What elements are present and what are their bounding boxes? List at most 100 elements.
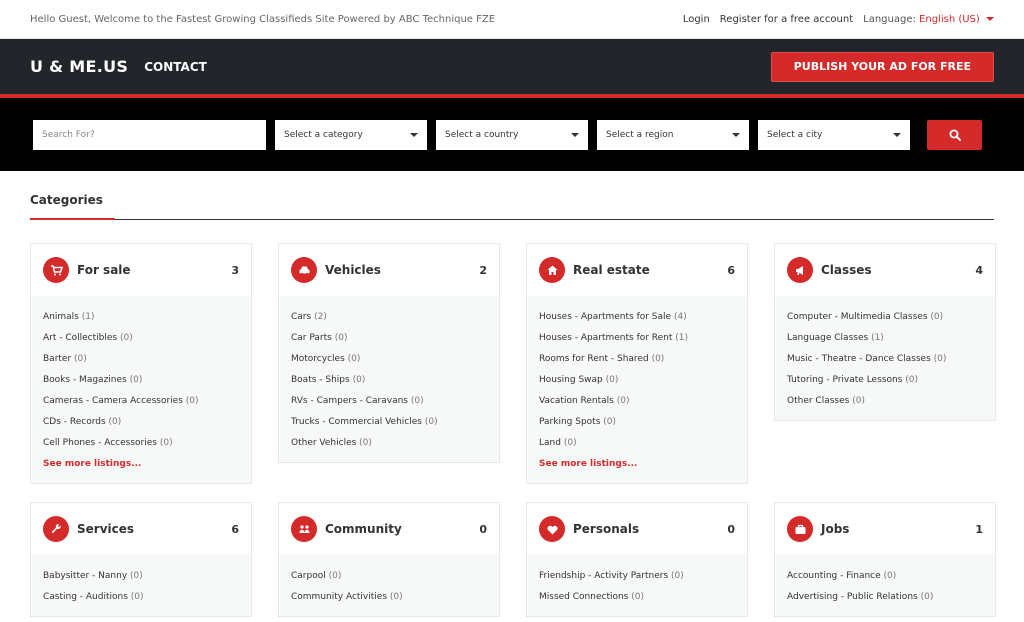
category-title[interactable]: Jobs — [821, 522, 849, 536]
category-count: 0 — [479, 522, 487, 536]
subcategory-label: Community Activities — [291, 592, 388, 602]
region-select[interactable]: Select a region — [597, 119, 749, 150]
subcategory-link[interactable]: Books - Magazines (0) — [43, 370, 239, 391]
subcategory-label: Houses - Apartments for Rent — [539, 333, 673, 343]
subcategory-link[interactable]: Other Vehicles (0) — [291, 433, 487, 454]
subcategory-count: (0) — [933, 354, 947, 364]
subcategory-link[interactable]: Car Parts (0) — [291, 328, 487, 349]
subcategory-link[interactable]: Babysitter - Nanny (0) — [43, 566, 239, 587]
language-label: Language: — [863, 13, 916, 25]
subcategory-count: (1) — [871, 333, 884, 343]
category-list: Computer - Multimedia Classes (0) Languag… — [775, 296, 995, 420]
subcategory-count: (0) — [905, 375, 918, 385]
subcategory-link[interactable]: Cameras - Camera Accessories (0) — [43, 391, 239, 412]
categories-heading: Categories — [30, 193, 103, 207]
category-card-header[interactable]: Jobs 1 — [775, 503, 995, 555]
subcategory-link[interactable]: Houses - Apartments for Rent (1) — [539, 328, 735, 349]
subcategory-count: (0) — [671, 571, 684, 581]
subcategory-link[interactable]: Missed Connections (0) — [539, 587, 735, 608]
subcategory-count: (0) — [563, 438, 577, 448]
chevron-down-icon — [986, 16, 994, 21]
category-card-header[interactable]: Vehicles 2 — [279, 244, 499, 296]
briefcase-icon — [787, 516, 813, 542]
category-card-header[interactable]: Personals 0 — [527, 503, 747, 555]
subcategory-link[interactable]: Rooms for Rent - Shared (0) — [539, 349, 735, 370]
subcategory-link[interactable]: RVs - Campers - Caravans (0) — [291, 391, 487, 412]
people-icon — [291, 516, 317, 542]
login-link[interactable]: Login — [683, 14, 710, 25]
city-select-value: Select a city — [767, 129, 823, 140]
category-count: 1 — [975, 522, 983, 536]
subcategory-link[interactable]: Motorcycles (0) — [291, 349, 487, 370]
category-title[interactable]: Classes — [821, 263, 872, 277]
category-title[interactable]: For sale — [77, 263, 131, 277]
category-count: 4 — [975, 263, 983, 277]
subcategory-label: Cameras - Camera Accessories — [43, 396, 183, 406]
subcategory-link[interactable]: Parking Spots (0) — [539, 412, 735, 433]
country-select[interactable]: Select a country — [436, 119, 588, 150]
subcategory-link[interactable]: Boats - Ships (0) — [291, 370, 487, 391]
category-count: 2 — [479, 263, 487, 277]
subcategory-count: (0) — [129, 375, 143, 385]
subcategory-link[interactable]: Land (0) — [539, 433, 735, 454]
category-list: Accounting - Finance (0) Advertising - Pu… — [775, 555, 995, 616]
subcategory-label: Animals — [43, 312, 79, 322]
subcategory-count: (0) — [410, 396, 424, 406]
site-logo[interactable]: U & ME.US — [30, 57, 128, 76]
subcategory-count: (0) — [883, 571, 897, 581]
chevron-down-icon — [893, 132, 901, 137]
nav-contact-link[interactable]: CONTACT — [144, 60, 207, 74]
category-card-header[interactable]: Community 0 — [279, 503, 499, 555]
category-title[interactable]: Services — [77, 522, 134, 536]
subcategory-link[interactable]: Music - Theatre - Dance Classes (0) — [787, 349, 983, 370]
subcategory-link[interactable]: Other Classes (0) — [787, 391, 983, 412]
subcategory-link[interactable]: Houses - Apartments for Sale (4) — [539, 307, 735, 328]
subcategory-link[interactable]: Barter (0) — [43, 349, 239, 370]
subcategory-link[interactable]: Casting - Auditions (0) — [43, 587, 239, 608]
subcategory-label: Language Classes — [787, 333, 869, 343]
category-card-header[interactable]: Services 6 — [31, 503, 251, 555]
subcategory-link[interactable]: Computer - Multimedia Classes (0) — [787, 307, 983, 328]
subcategory-link[interactable]: Advertising - Public Relations (0) — [787, 587, 983, 608]
language-selector[interactable]: Language: English (US) — [863, 14, 994, 25]
subcategory-link[interactable]: Friendship - Activity Partners (0) — [539, 566, 735, 587]
category-card-header[interactable]: Classes 4 — [775, 244, 995, 296]
category-title[interactable]: Personals — [573, 522, 639, 536]
subcategory-count: (0) — [852, 396, 865, 406]
subcategory-link[interactable]: Accounting - Finance (0) — [787, 566, 983, 587]
see-more-link[interactable]: See more listings... — [43, 454, 239, 475]
register-link[interactable]: Register for a free account — [720, 14, 853, 25]
category-card-header[interactable]: For sale 3 — [31, 244, 251, 296]
city-select[interactable]: Select a city — [758, 119, 910, 150]
search-input[interactable]: Search For? — [33, 119, 266, 150]
search-button[interactable] — [927, 119, 982, 150]
subcategory-link[interactable]: Tutoring - Private Lessons (0) — [787, 370, 983, 391]
category-title[interactable]: Community — [325, 522, 402, 536]
subcategory-link[interactable]: Animals (1) — [43, 307, 239, 328]
see-more-link[interactable]: See more listings... — [539, 454, 735, 475]
subcategory-label: Housing Swap — [539, 375, 603, 385]
subcategory-count: (0) — [74, 354, 87, 364]
subcategory-link[interactable]: Cell Phones - Accessories (0) — [43, 433, 239, 454]
subcategory-link[interactable]: Community Activities (0) — [291, 587, 487, 608]
subcategory-label: Houses - Apartments for Sale — [539, 312, 672, 322]
category-count: 3 — [231, 263, 239, 277]
subcategory-link[interactable]: CDs - Records (0) — [43, 412, 239, 433]
publish-ad-button[interactable]: PUBLISH YOUR AD FOR FREE — [770, 51, 994, 82]
chevron-down-icon — [410, 132, 418, 137]
subcategory-link[interactable]: Vacation Rentals (0) — [539, 391, 735, 412]
category-select[interactable]: Select a category — [275, 119, 427, 150]
subcategory-link[interactable]: Art - Collectibles (0) — [43, 328, 239, 349]
subcategory-label: Land — [539, 438, 561, 448]
megaphone-icon — [787, 257, 813, 283]
category-title[interactable]: Real estate — [573, 263, 650, 277]
subcategory-label: CDs - Records — [43, 417, 106, 427]
category-card-header[interactable]: Real estate 6 — [527, 244, 747, 296]
subcategory-link[interactable]: Carpool (0) — [291, 566, 487, 587]
subcategory-link[interactable]: Trucks - Commercial Vehicles (0) — [291, 412, 487, 433]
category-title[interactable]: Vehicles — [325, 263, 381, 277]
subcategory-count: (0) — [130, 571, 143, 581]
subcategory-link[interactable]: Language Classes (1) — [787, 328, 983, 349]
subcategory-link[interactable]: Cars (2) — [291, 307, 487, 328]
subcategory-link[interactable]: Housing Swap (0) — [539, 370, 735, 391]
